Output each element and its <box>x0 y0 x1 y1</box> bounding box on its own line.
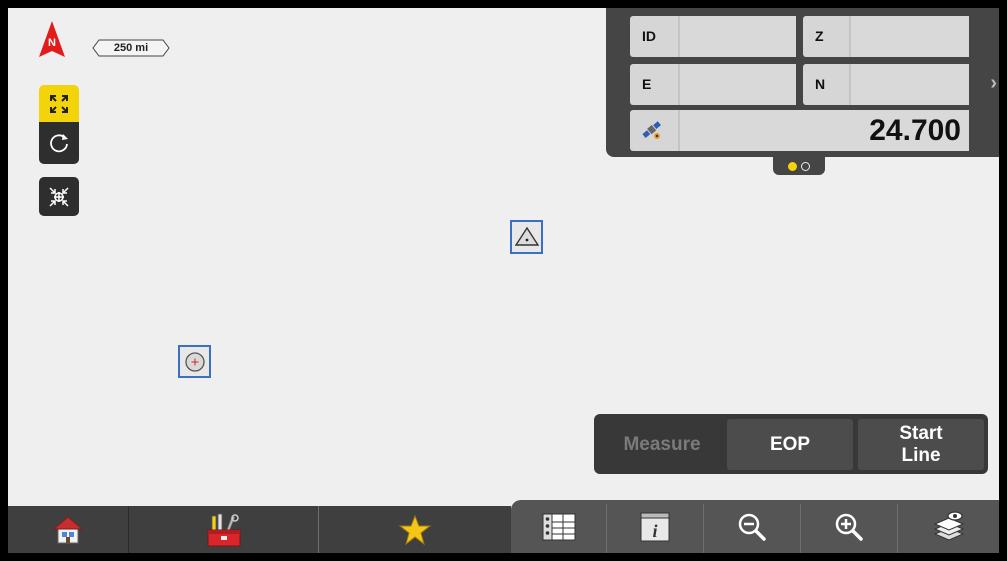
home-icon <box>52 515 84 543</box>
zoom-out-button[interactable] <box>704 500 800 553</box>
next-panel-chevron-icon[interactable]: › <box>990 72 997 95</box>
table-view-button[interactable] <box>511 500 606 553</box>
bottom-toolbar-left <box>8 506 511 553</box>
survey-point-marker[interactable] <box>178 345 211 378</box>
zoom-extents-button[interactable] <box>39 85 79 122</box>
control-point-marker[interactable] <box>510 220 543 254</box>
n-value <box>849 64 969 105</box>
toolbox-button[interactable] <box>129 506 318 553</box>
gnss-field[interactable]: 24.700 <box>630 110 969 151</box>
panel-page-indicator[interactable] <box>773 157 825 175</box>
measure-button[interactable]: Measure <box>600 419 724 470</box>
start-line-label-1: Start <box>899 422 943 444</box>
e-field[interactable]: E <box>630 64 796 105</box>
gnss-value-area: 24.700 <box>678 110 969 151</box>
start-line-label-2: Line <box>901 444 941 466</box>
id-label: ID <box>642 28 656 44</box>
e-label: E <box>642 76 652 92</box>
zoom-out-icon <box>738 513 766 541</box>
crosshair-target-icon <box>49 186 69 207</box>
home-button[interactable] <box>8 506 128 553</box>
page-dot[interactable] <box>801 161 810 171</box>
zoom-in-icon <box>835 513 863 541</box>
scale-label: 250 mi <box>113 42 149 54</box>
zoom-in-button[interactable] <box>801 500 897 553</box>
circle-point-icon <box>184 351 205 372</box>
page-dot-active[interactable] <box>788 161 797 171</box>
favorites-button[interactable] <box>319 506 511 553</box>
z-label: Z <box>815 28 824 44</box>
map-canvas[interactable]: N 250 mi ID Z E N › 24.700 Measure EOP S… <box>8 8 999 553</box>
eop-button[interactable]: EOP <box>727 419 853 470</box>
bottom-toolbar-right: i <box>511 500 999 553</box>
north-arrow-icon: N <box>39 21 65 57</box>
center-on-position-button[interactable] <box>39 177 79 216</box>
info-icon: i <box>640 512 670 541</box>
star-icon <box>398 514 432 545</box>
n-label: N <box>815 76 826 92</box>
z-value <box>849 16 969 57</box>
expand-arrows-icon <box>50 94 68 113</box>
satellite-icon <box>640 119 664 146</box>
z-field[interactable]: Z <box>803 16 969 57</box>
refresh-button[interactable] <box>39 122 79 164</box>
measure-toolbar: Measure EOP Start Line <box>594 414 988 474</box>
refresh-icon <box>50 134 68 153</box>
n-field[interactable]: N <box>803 64 969 105</box>
id-value <box>678 16 796 57</box>
info-panel: ID Z E N › 24.700 <box>606 8 999 157</box>
toolbox-icon <box>207 513 240 546</box>
start-line-button[interactable]: Start Line <box>858 419 984 470</box>
north-label: N <box>48 37 56 49</box>
gnss-value: 24.700 <box>869 114 961 147</box>
svg-text:i: i <box>652 521 657 541</box>
table-icon <box>542 513 575 540</box>
info-button[interactable]: i <box>607 500 703 553</box>
layers-icon <box>933 510 964 541</box>
triangle-point-icon <box>514 226 539 246</box>
layers-button[interactable] <box>898 500 999 553</box>
e-value <box>678 64 796 105</box>
id-field[interactable]: ID <box>630 16 796 57</box>
